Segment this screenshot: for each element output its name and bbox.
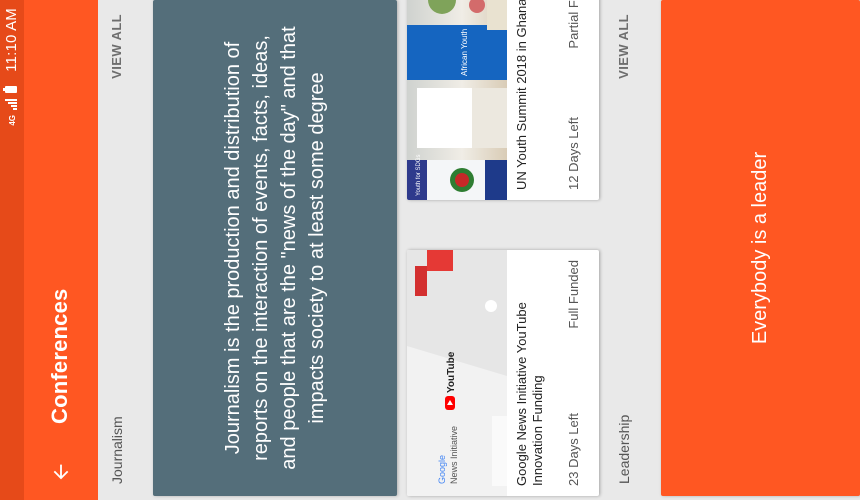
banner-top-text: Youth for SDGs	[416, 155, 422, 196]
card-days-left: 12 Days Left	[566, 117, 581, 190]
section-title-journalism: Journalism	[109, 416, 125, 484]
status-icons: 4G	[5, 86, 17, 126]
page-title: Conferences	[47, 288, 72, 424]
status-time: 11:10 AM	[3, 8, 20, 72]
card-image-google: Google News Initiative YouTube	[407, 250, 507, 496]
conference-card-google[interactable]: Google News Initiative YouTube Google Ne…	[407, 250, 599, 496]
banner-right-text: African Youth	[460, 29, 469, 76]
youtube-logo: YouTube	[445, 351, 457, 410]
journalism-banner[interactable]: Journalism is the production and distrib…	[153, 0, 397, 496]
youtube-logo-text: YouTube	[446, 351, 457, 393]
signal-icon	[5, 99, 17, 110]
section-header-leadership: Leadership VIEW ALL	[605, 0, 645, 500]
card-funding-status: Full Funded	[566, 260, 581, 329]
leadership-banner[interactable]: Everybody is a leader	[661, 0, 860, 496]
view-all-journalism-button[interactable]: VIEW ALL	[109, 14, 124, 79]
google-logo-text: Google	[437, 455, 447, 484]
card-funding-status: Partial Funded	[566, 0, 581, 49]
app-bar: Conferences	[24, 0, 98, 500]
app-screen: 4G 11:10 AM Conferences Journalism VIEW …	[0, 0, 860, 500]
leadership-banner-text: Everybody is a leader	[749, 151, 771, 345]
card-days-left: 23 Days Left	[566, 413, 581, 486]
status-bar: 4G 11:10 AM	[0, 0, 24, 500]
battery-icon	[5, 86, 17, 93]
news-initiative-text: News Initiative	[449, 426, 459, 484]
view-all-leadership-button[interactable]: VIEW ALL	[616, 14, 631, 79]
google-news-logo: Google News Initiative	[437, 426, 459, 484]
section-header-journalism: Journalism VIEW ALL	[98, 0, 138, 500]
network-type: 4G	[8, 115, 17, 126]
arrow-back-icon[interactable]	[41, 452, 81, 492]
conference-card-ghana[interactable]: Youth for SDGs African Youth UN Youth Su…	[407, 0, 599, 200]
card-title: UN Youth Summit 2018 in Ghana	[514, 0, 529, 190]
journalism-banner-text: Journalism is the production and distrib…	[222, 26, 328, 470]
section-title-leadership: Leadership	[616, 414, 632, 484]
card-image-ghana: Youth for SDGs African Youth	[407, 0, 507, 200]
card-title: Google News Initiative YouTube Innovatio…	[514, 302, 545, 486]
